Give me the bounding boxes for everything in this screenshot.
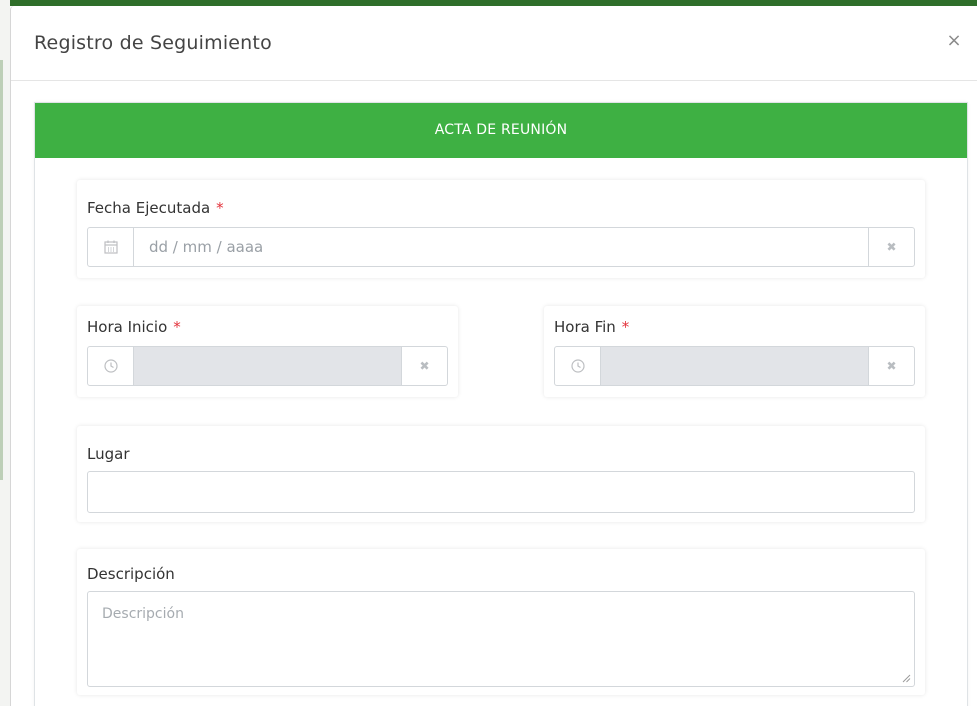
required-mark: * [216, 199, 224, 217]
date-label: Fecha Ejecutada * [87, 199, 224, 217]
start-time-input[interactable] [134, 347, 401, 385]
clear-start-time-icon[interactable]: ✖ [401, 347, 447, 385]
date-input[interactable]: dd / mm / aaaa [134, 228, 868, 266]
end-time-input[interactable] [601, 347, 868, 385]
start-time-card: Hora Inicio * ✖ [77, 306, 458, 397]
date-placeholder: dd / mm / aaaa [149, 238, 264, 256]
required-mark: * [173, 318, 181, 336]
modal-header: Registro de Seguimiento × [11, 6, 977, 81]
panel-heading: ACTA DE REUNIÓN [35, 103, 967, 158]
description-placeholder: Descripción [102, 606, 184, 622]
end-time-input-group: ✖ [554, 346, 915, 386]
resize-handle-icon[interactable] [902, 674, 911, 683]
backdrop-edge [0, 60, 3, 480]
end-time-label-text: Hora Fin [554, 318, 616, 336]
place-label: Lugar [87, 445, 130, 463]
start-time-input-group: ✖ [87, 346, 448, 386]
start-time-label: Hora Inicio * [87, 318, 181, 336]
meeting-minutes-panel: ACTA DE REUNIÓN Fecha Ejecutada * dd / m… [34, 102, 968, 706]
start-time-label-text: Hora Inicio [87, 318, 168, 336]
place-card: Lugar [77, 426, 925, 522]
description-card: Descripción Descripción [77, 549, 925, 695]
description-label: Descripción [87, 565, 175, 583]
close-button[interactable]: × [945, 32, 963, 50]
clear-end-time-icon[interactable]: ✖ [868, 347, 914, 385]
end-time-label: Hora Fin * [554, 318, 629, 336]
calendar-icon[interactable] [88, 228, 134, 266]
date-label-text: Fecha Ejecutada [87, 199, 211, 217]
follow-up-modal: Registro de Seguimiento × ACTA DE REUNIÓ… [10, 6, 977, 706]
clear-date-icon[interactable]: ✖ [868, 228, 914, 266]
clock-icon[interactable] [88, 347, 134, 385]
date-card: Fecha Ejecutada * dd / mm / aaaa ✖ [77, 180, 925, 278]
end-time-card: Hora Fin * ✖ [544, 306, 925, 397]
date-input-group: dd / mm / aaaa ✖ [87, 227, 915, 267]
required-mark: * [621, 318, 630, 336]
place-input[interactable] [87, 471, 915, 513]
description-textarea[interactable]: Descripción [87, 591, 915, 687]
modal-title: Registro de Seguimiento [34, 32, 272, 54]
clock-icon[interactable] [555, 347, 601, 385]
